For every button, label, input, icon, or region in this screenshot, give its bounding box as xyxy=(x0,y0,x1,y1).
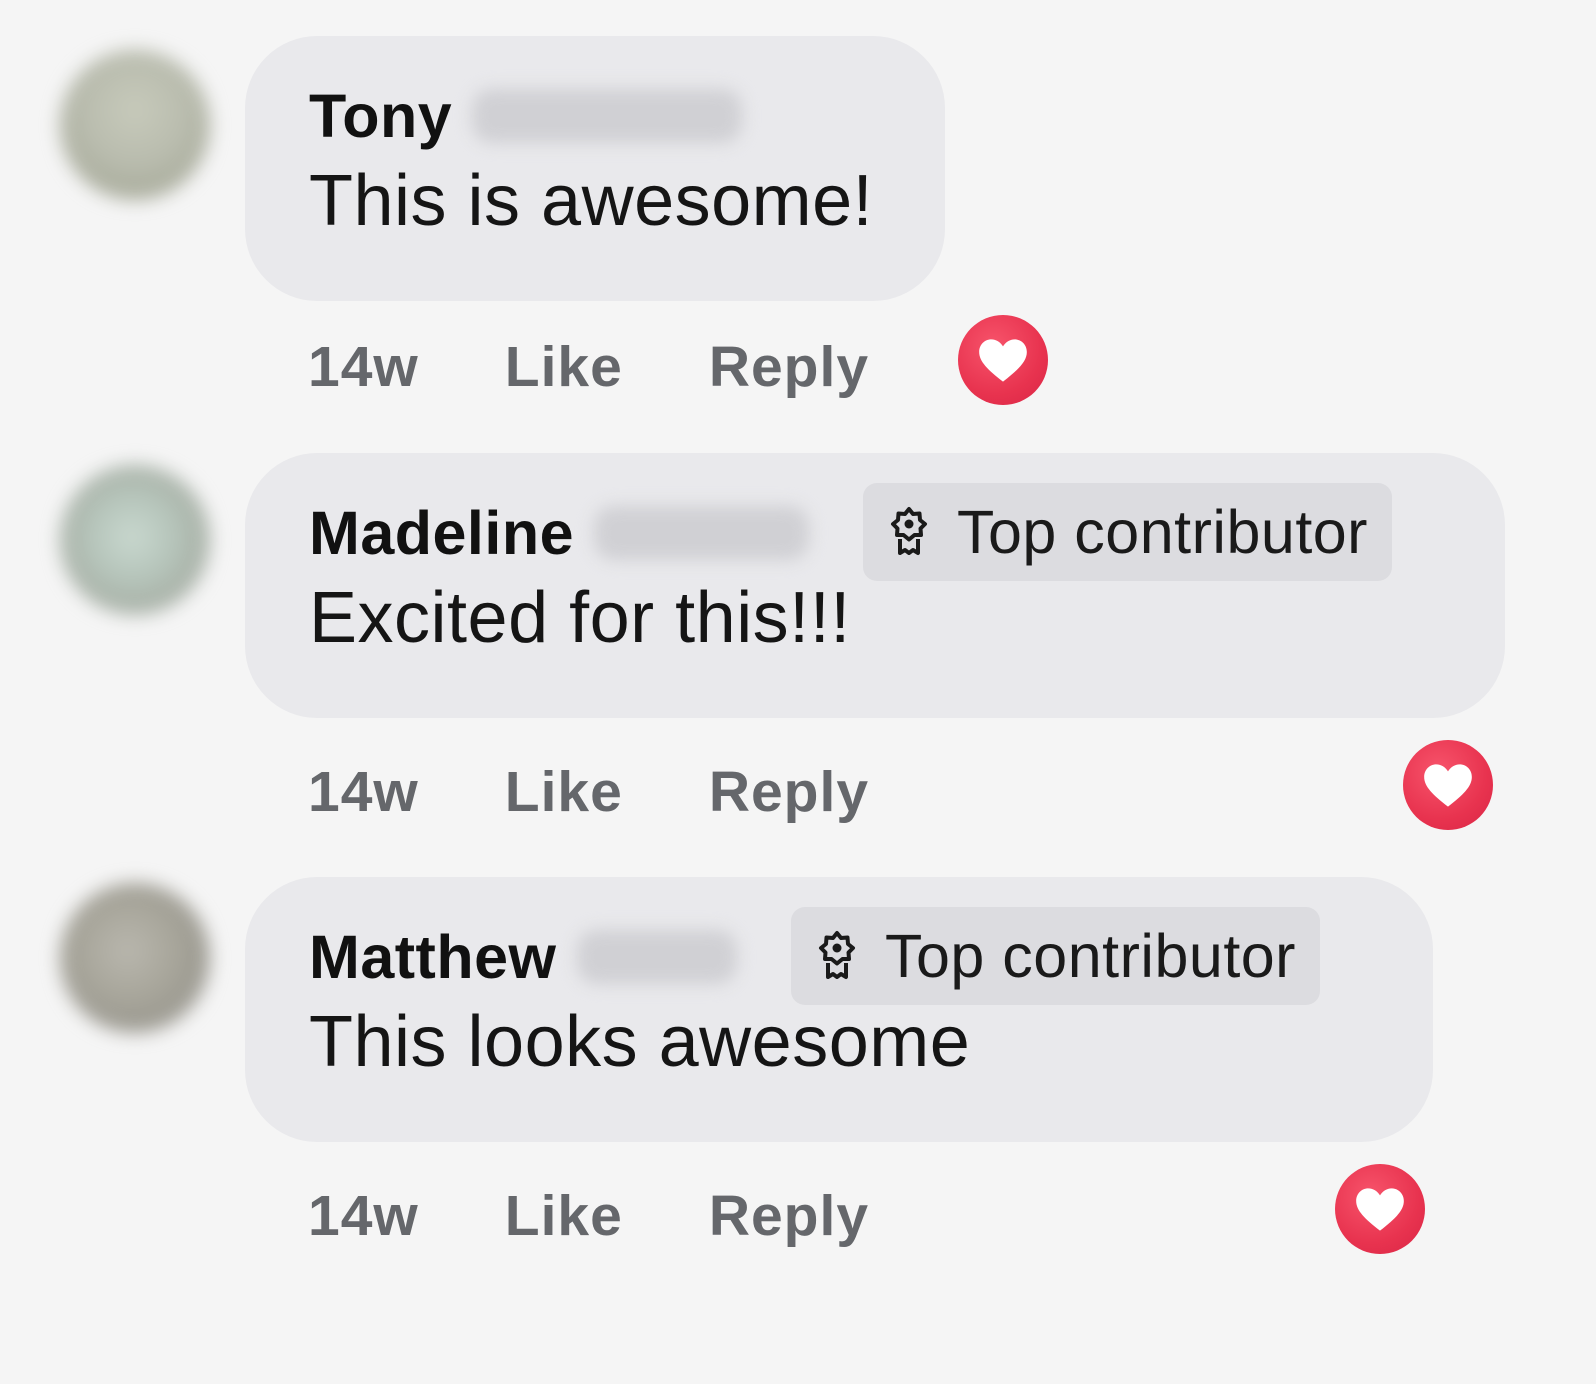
author-surname-redacted xyxy=(576,930,737,984)
author-surname-redacted xyxy=(472,89,743,143)
author-name[interactable]: Madeline xyxy=(309,498,574,568)
heart-icon xyxy=(1356,1188,1404,1231)
badge-label: Top contributor xyxy=(957,498,1368,566)
author-row: Matthew xyxy=(309,917,737,997)
top-contributor-badge[interactable]: Top contributor xyxy=(863,483,1392,581)
author-row: Madeline xyxy=(309,493,810,573)
comment-text: This is awesome! xyxy=(309,161,874,241)
like-button[interactable]: Like xyxy=(505,334,623,400)
author-row: Tony xyxy=(309,76,743,156)
author-name[interactable]: Tony xyxy=(309,81,452,151)
comment-actions: 14w Like Reply xyxy=(308,332,869,402)
avatar[interactable] xyxy=(60,883,210,1033)
comment-text: This looks awesome xyxy=(309,1002,971,1082)
comment-bubble: Tony This is awesome! xyxy=(245,36,945,301)
heart-reaction-icon[interactable] xyxy=(1403,740,1493,830)
heart-icon xyxy=(979,339,1027,382)
comment-timestamp[interactable]: 14w xyxy=(308,759,419,825)
comment-text: Excited for this!!! xyxy=(309,578,851,658)
top-contributor-badge[interactable]: Top contributor xyxy=(791,907,1320,1005)
comment-actions: 14w Like Reply xyxy=(308,1181,869,1251)
comment-timestamp[interactable]: 14w xyxy=(308,334,419,400)
comment-actions: 14w Like Reply xyxy=(308,757,869,827)
heart-icon xyxy=(1424,764,1472,807)
like-button[interactable]: Like xyxy=(505,1183,623,1249)
badge-label: Top contributor xyxy=(885,922,1296,990)
author-surname-redacted xyxy=(594,506,810,560)
avatar[interactable] xyxy=(60,50,210,200)
reply-button[interactable]: Reply xyxy=(709,759,869,825)
avatar[interactable] xyxy=(60,465,210,615)
heart-reaction-icon[interactable] xyxy=(1335,1164,1425,1254)
author-name[interactable]: Matthew xyxy=(309,922,557,992)
comment-bubble: Madeline Top contributor Excited for thi… xyxy=(245,453,1505,718)
award-icon xyxy=(889,506,929,558)
reply-button[interactable]: Reply xyxy=(709,334,869,400)
comment-bubble: Matthew Top contributor This looks aweso… xyxy=(245,877,1433,1142)
heart-reaction-icon[interactable] xyxy=(958,315,1048,405)
award-icon xyxy=(817,930,857,982)
reply-button[interactable]: Reply xyxy=(709,1183,869,1249)
comment-timestamp[interactable]: 14w xyxy=(308,1183,419,1249)
like-button[interactable]: Like xyxy=(505,759,623,825)
